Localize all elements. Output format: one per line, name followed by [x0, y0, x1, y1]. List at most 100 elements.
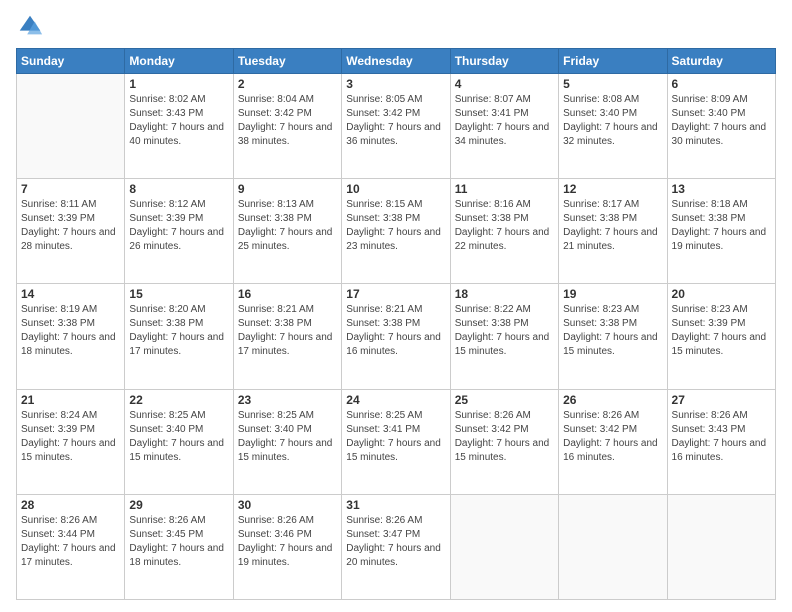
calendar-day-cell: 11 Sunrise: 8:16 AMSunset: 3:38 PMDayligh… [450, 179, 558, 284]
day-info: Sunrise: 8:15 AMSunset: 3:38 PMDaylight:… [346, 198, 445, 254]
day-number: 27 [672, 393, 771, 407]
day-info: Sunrise: 8:22 AMSunset: 3:38 PMDaylight:… [455, 303, 554, 359]
calendar-week-row: 7 Sunrise: 8:11 AMSunset: 3:39 PMDaylight… [17, 179, 776, 284]
header [16, 12, 776, 40]
day-number: 23 [238, 393, 337, 407]
page: SundayMondayTuesdayWednesdayThursdayFrid… [0, 0, 792, 612]
day-info: Sunrise: 8:11 AMSunset: 3:39 PMDaylight:… [21, 198, 120, 254]
calendar-day-cell: 12 Sunrise: 8:17 AMSunset: 3:38 PMDayligh… [559, 179, 667, 284]
calendar-day-cell: 5Sunrise: 8:08 AMSunset: 3:40 PMDaylight… [559, 74, 667, 179]
calendar-day-cell: 9 Sunrise: 8:13 AMSunset: 3:38 PMDaylight… [233, 179, 341, 284]
calendar-day-cell: 7 Sunrise: 8:11 AMSunset: 3:39 PMDaylight… [17, 179, 125, 284]
calendar-day-cell [17, 74, 125, 179]
calendar-day-cell: 8 Sunrise: 8:12 AMSunset: 3:39 PMDaylight… [125, 179, 233, 284]
day-number: 1 [129, 77, 228, 91]
calendar-day-cell: 16 Sunrise: 8:21 AMSunset: 3:38 PMDayligh… [233, 284, 341, 389]
day-number: 22 [129, 393, 228, 407]
day-number: 10 [346, 182, 445, 196]
calendar-week-row: 14 Sunrise: 8:19 AMSunset: 3:38 PMDayligh… [17, 284, 776, 389]
day-info: Sunrise: 8:09 AMSunset: 3:40 PMDaylight:… [672, 93, 771, 149]
day-info: Sunrise: 8:21 AMSunset: 3:38 PMDaylight:… [238, 303, 337, 359]
calendar-day-cell: 26 Sunrise: 8:26 AMSunset: 3:42 PMDayligh… [559, 389, 667, 494]
day-info: Sunrise: 8:26 AMSunset: 3:47 PMDaylight:… [346, 514, 445, 570]
day-info: Sunrise: 8:25 AMSunset: 3:40 PMDaylight:… [129, 409, 228, 465]
calendar-day-cell: 25 Sunrise: 8:26 AMSunset: 3:42 PMDayligh… [450, 389, 558, 494]
calendar-day-cell: 27 Sunrise: 8:26 AMSunset: 3:43 PMDayligh… [667, 389, 775, 494]
day-info: Sunrise: 8:21 AMSunset: 3:38 PMDaylight:… [346, 303, 445, 359]
day-number: 24 [346, 393, 445, 407]
day-info: Sunrise: 8:23 AMSunset: 3:39 PMDaylight:… [672, 303, 771, 359]
day-info: Sunrise: 8:16 AMSunset: 3:38 PMDaylight:… [455, 198, 554, 254]
calendar-day-cell: 13Sunrise: 8:18 AMSunset: 3:38 PMDayligh… [667, 179, 775, 284]
calendar-day-cell [450, 494, 558, 599]
day-number: 19 [563, 287, 662, 301]
day-number: 4 [455, 77, 554, 91]
calendar-day-cell: 21 Sunrise: 8:24 AMSunset: 3:39 PMDayligh… [17, 389, 125, 494]
calendar-day-cell: 30Sunrise: 8:26 AMSunset: 3:46 PMDayligh… [233, 494, 341, 599]
calendar-day-cell: 2Sunrise: 8:04 AMSunset: 3:42 PMDaylight… [233, 74, 341, 179]
day-number: 3 [346, 77, 445, 91]
day-number: 6 [672, 77, 771, 91]
day-number: 20 [672, 287, 771, 301]
calendar-day-cell: 29Sunrise: 8:26 AMSunset: 3:45 PMDayligh… [125, 494, 233, 599]
day-info: Sunrise: 8:20 AMSunset: 3:38 PMDaylight:… [129, 303, 228, 359]
day-number: 26 [563, 393, 662, 407]
day-info: Sunrise: 8:26 AMSunset: 3:45 PMDaylight:… [129, 514, 228, 570]
day-number: 18 [455, 287, 554, 301]
weekday-header: Sunday [17, 49, 125, 74]
calendar-day-cell: 24 Sunrise: 8:25 AMSunset: 3:41 PMDayligh… [342, 389, 450, 494]
calendar-header-row: SundayMondayTuesdayWednesdayThursdayFrid… [17, 49, 776, 74]
day-info: Sunrise: 8:26 AMSunset: 3:42 PMDaylight:… [563, 409, 662, 465]
day-number: 8 [129, 182, 228, 196]
calendar-day-cell: 31 Sunrise: 8:26 AMSunset: 3:47 PMDayligh… [342, 494, 450, 599]
calendar-week-row: 1Sunrise: 8:02 AMSunset: 3:43 PMDaylight… [17, 74, 776, 179]
day-number: 9 [238, 182, 337, 196]
day-number: 30 [238, 498, 337, 512]
calendar-day-cell: 1Sunrise: 8:02 AMSunset: 3:43 PMDaylight… [125, 74, 233, 179]
calendar-day-cell: 22 Sunrise: 8:25 AMSunset: 3:40 PMDayligh… [125, 389, 233, 494]
day-info: Sunrise: 8:25 AMSunset: 3:41 PMDaylight:… [346, 409, 445, 465]
day-info: Sunrise: 8:13 AMSunset: 3:38 PMDaylight:… [238, 198, 337, 254]
day-info: Sunrise: 8:26 AMSunset: 3:44 PMDaylight:… [21, 514, 120, 570]
weekday-header: Friday [559, 49, 667, 74]
calendar-day-cell: 23 Sunrise: 8:25 AMSunset: 3:40 PMDayligh… [233, 389, 341, 494]
calendar-day-cell: 4 Sunrise: 8:07 AMSunset: 3:41 PMDaylight… [450, 74, 558, 179]
day-number: 12 [563, 182, 662, 196]
day-info: Sunrise: 8:26 AMSunset: 3:43 PMDaylight:… [672, 409, 771, 465]
day-number: 31 [346, 498, 445, 512]
day-number: 11 [455, 182, 554, 196]
day-info: Sunrise: 8:07 AMSunset: 3:41 PMDaylight:… [455, 93, 554, 149]
day-info: Sunrise: 8:24 AMSunset: 3:39 PMDaylight:… [21, 409, 120, 465]
weekday-header: Tuesday [233, 49, 341, 74]
weekday-header: Thursday [450, 49, 558, 74]
calendar-day-cell: 15 Sunrise: 8:20 AMSunset: 3:38 PMDayligh… [125, 284, 233, 389]
calendar-day-cell: 14 Sunrise: 8:19 AMSunset: 3:38 PMDayligh… [17, 284, 125, 389]
day-info: Sunrise: 8:25 AMSunset: 3:40 PMDaylight:… [238, 409, 337, 465]
day-info: Sunrise: 8:17 AMSunset: 3:38 PMDaylight:… [563, 198, 662, 254]
day-number: 15 [129, 287, 228, 301]
calendar-day-cell: 10 Sunrise: 8:15 AMSunset: 3:38 PMDayligh… [342, 179, 450, 284]
day-number: 17 [346, 287, 445, 301]
weekday-header: Saturday [667, 49, 775, 74]
calendar-day-cell [667, 494, 775, 599]
day-number: 21 [21, 393, 120, 407]
calendar-day-cell: 20 Sunrise: 8:23 AMSunset: 3:39 PMDayligh… [667, 284, 775, 389]
day-info: Sunrise: 8:04 AMSunset: 3:42 PMDaylight:… [238, 93, 337, 149]
calendar: SundayMondayTuesdayWednesdayThursdayFrid… [16, 48, 776, 600]
day-number: 16 [238, 287, 337, 301]
weekday-header: Wednesday [342, 49, 450, 74]
logo [16, 12, 48, 40]
day-info: Sunrise: 8:26 AMSunset: 3:42 PMDaylight:… [455, 409, 554, 465]
day-number: 28 [21, 498, 120, 512]
day-number: 7 [21, 182, 120, 196]
day-number: 5 [563, 77, 662, 91]
day-info: Sunrise: 8:12 AMSunset: 3:39 PMDaylight:… [129, 198, 228, 254]
calendar-day-cell: 17 Sunrise: 8:21 AMSunset: 3:38 PMDayligh… [342, 284, 450, 389]
day-number: 13 [672, 182, 771, 196]
calendar-week-row: 28 Sunrise: 8:26 AMSunset: 3:44 PMDayligh… [17, 494, 776, 599]
day-info: Sunrise: 8:19 AMSunset: 3:38 PMDaylight:… [21, 303, 120, 359]
calendar-day-cell: 18 Sunrise: 8:22 AMSunset: 3:38 PMDayligh… [450, 284, 558, 389]
day-number: 25 [455, 393, 554, 407]
calendar-day-cell: 6 Sunrise: 8:09 AMSunset: 3:40 PMDaylight… [667, 74, 775, 179]
day-number: 14 [21, 287, 120, 301]
